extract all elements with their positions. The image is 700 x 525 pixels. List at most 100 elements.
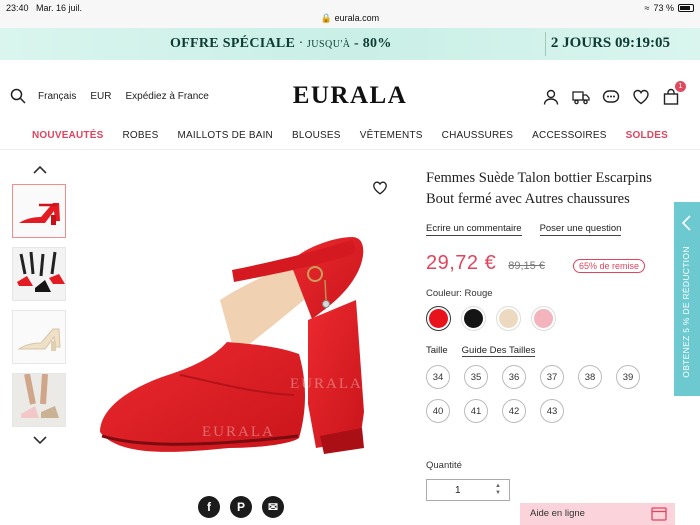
size-row: Taille Guide Des Tailles bbox=[426, 345, 676, 357]
main-product-image[interactable]: EURALA EURALA bbox=[90, 170, 400, 480]
size-label: Taille bbox=[426, 345, 448, 356]
chat-window-icon bbox=[651, 507, 667, 521]
swatch-fill bbox=[464, 309, 483, 328]
swatch-fill bbox=[429, 309, 448, 328]
nav-item-robes[interactable]: ROBES bbox=[122, 130, 158, 141]
address-bar[interactable]: 🔒 eurala.com bbox=[0, 13, 700, 24]
chat-label: Aide en ligne bbox=[530, 508, 585, 519]
size-option-41[interactable]: 41 bbox=[464, 399, 488, 423]
chat-bubble-icon[interactable] bbox=[602, 88, 620, 106]
quantity-label: Quantité bbox=[426, 460, 462, 471]
url-text: eurala.com bbox=[334, 13, 380, 23]
current-price: 29,72 € bbox=[426, 252, 497, 274]
promo-separator: · bbox=[295, 36, 307, 51]
promo-offer: OFFRE SPÉCIALE · JUSQU'À - 80% bbox=[170, 36, 392, 52]
wifi-icon: ≈ bbox=[644, 3, 650, 13]
model-pink-shoe-thumbnail-image bbox=[13, 374, 65, 426]
share-buttons: f P ✉ bbox=[198, 496, 284, 518]
promo-title: OFFRE SPÉCIALE bbox=[170, 36, 296, 51]
color-swatch-red[interactable] bbox=[426, 306, 451, 331]
chevron-up-icon[interactable] bbox=[32, 165, 48, 175]
chevron-left-icon bbox=[681, 215, 691, 231]
nav-item-nouveautes[interactable]: NOUVEAUTÉS bbox=[32, 130, 103, 141]
color-swatch-black[interactable] bbox=[461, 306, 486, 331]
wishlist-heart-icon[interactable] bbox=[632, 88, 650, 106]
size-option-39[interactable]: 39 bbox=[616, 365, 640, 389]
size-option-42[interactable]: 42 bbox=[502, 399, 526, 423]
nav-item-accessoires[interactable]: ACCESSOIRES bbox=[532, 130, 606, 141]
promo-banner[interactable]: OFFRE SPÉCIALE · JUSQU'À - 80% 2 JOURS 0… bbox=[0, 28, 700, 60]
main-nav: NOUVEAUTÉS ROBES MAILLOTS DE BAIN BLOUSE… bbox=[0, 122, 700, 150]
chevron-down-icon[interactable] bbox=[32, 435, 48, 445]
nav-item-chaussures[interactable]: CHAUSSURES bbox=[442, 130, 513, 141]
watermark-text-2: EURALA bbox=[290, 376, 363, 392]
live-chat-button[interactable]: Aide en ligne bbox=[520, 503, 675, 525]
beige-shoe-thumbnail-image bbox=[17, 328, 61, 351]
countdown-days: 2 JOURS bbox=[550, 35, 612, 51]
size-option-36[interactable]: 36 bbox=[502, 365, 526, 389]
battery-icon bbox=[678, 4, 694, 12]
size-options: 34 35 36 37 38 39 40 41 42 43 bbox=[426, 365, 676, 423]
size-option-35[interactable]: 35 bbox=[464, 365, 488, 389]
size-option-38[interactable]: 38 bbox=[578, 365, 602, 389]
thumbnail-2[interactable] bbox=[12, 247, 66, 301]
pinterest-icon[interactable]: P bbox=[230, 496, 252, 518]
email-icon[interactable]: ✉ bbox=[262, 496, 284, 518]
red-shoe-thumbnail-image bbox=[19, 203, 60, 225]
facebook-icon[interactable]: f bbox=[198, 496, 220, 518]
size-option-34[interactable]: 34 bbox=[426, 365, 450, 389]
status-right: ≈ 73 % bbox=[645, 3, 694, 13]
thumbnail-4[interactable] bbox=[12, 373, 66, 427]
size-option-40[interactable]: 40 bbox=[426, 399, 450, 423]
promo-divider bbox=[545, 32, 546, 56]
product-info: Femmes Suède Talon bottier Escarpins Bou… bbox=[426, 168, 676, 423]
model-shoes-thumbnail-image bbox=[13, 248, 65, 300]
product-links: Ecrire un commentaire Poser une question bbox=[426, 223, 676, 236]
color-swatch-beige[interactable] bbox=[496, 306, 521, 331]
promo-percent: - 80% bbox=[354, 36, 392, 51]
nav-item-vetements[interactable]: VÊTEMENTS bbox=[360, 130, 423, 141]
shipping-truck-icon[interactable] bbox=[572, 88, 590, 106]
discount-badge: 65% de remise bbox=[572, 259, 645, 273]
quantity-stepper[interactable]: 1 ▲ ▼ bbox=[426, 479, 510, 501]
side-tab-label: OBTENEZ 5 % DE RÉDUCTION bbox=[681, 246, 691, 378]
size-option-37[interactable]: 37 bbox=[540, 365, 564, 389]
swatch-fill bbox=[499, 309, 518, 328]
product-title: Femmes Suède Talon bottier Escarpins Bou… bbox=[426, 170, 652, 207]
swatch-fill bbox=[534, 309, 553, 328]
thumbnail-1[interactable] bbox=[12, 184, 66, 238]
color-swatches bbox=[426, 306, 676, 331]
color-swatch-pink[interactable] bbox=[531, 306, 556, 331]
promo-countdown: 2 JOURS 09:19:05 bbox=[551, 35, 670, 52]
ask-question-link[interactable]: Poser une question bbox=[539, 223, 622, 236]
status-date: Mar. 16 juil. bbox=[36, 3, 83, 13]
original-price: 89,15 € bbox=[508, 260, 545, 272]
thumbnail-3[interactable] bbox=[12, 310, 66, 364]
lock-icon: 🔒 bbox=[320, 13, 333, 23]
account-icon[interactable] bbox=[542, 88, 560, 106]
discount-side-tab[interactable]: OBTENEZ 5 % DE RÉDUCTION bbox=[674, 202, 700, 396]
quantity-value: 1 bbox=[455, 485, 461, 496]
site-header: Français EUR Expédiez à France EURALA 1 bbox=[0, 60, 700, 122]
add-to-wishlist-icon[interactable] bbox=[372, 180, 388, 196]
size-option-43[interactable]: 43 bbox=[540, 399, 564, 423]
status-bar: 23:40 Mar. 16 juil. 🔒 eurala.com ≈ 73 % bbox=[0, 0, 700, 28]
write-review-link[interactable]: Ecrire un commentaire bbox=[426, 223, 522, 236]
thumbnail-gallery bbox=[12, 165, 68, 445]
nav-item-blouses[interactable]: BLOUSES bbox=[292, 130, 341, 141]
page: 23:40 Mar. 16 juil. 🔒 eurala.com ≈ 73 % … bbox=[0, 0, 700, 525]
battery-percent: 73 % bbox=[653, 3, 674, 13]
header-icons: 1 bbox=[542, 81, 686, 106]
price-row: 29,72 € 89,15 € 65% de remise bbox=[426, 252, 676, 275]
stepper-arrows-icon[interactable]: ▲ ▼ bbox=[495, 483, 501, 497]
countdown-clock: 09:19:05 bbox=[615, 35, 670, 51]
nav-item-maillots[interactable]: MAILLOTS DE BAIN bbox=[178, 130, 273, 141]
status-time: 23:40 bbox=[6, 3, 29, 13]
size-guide-link[interactable]: Guide Des Tailles bbox=[461, 345, 536, 357]
cart-button[interactable]: 1 bbox=[662, 81, 686, 106]
color-label: Couleur: Rouge bbox=[426, 288, 493, 299]
cart-count-badge: 1 bbox=[675, 81, 686, 92]
promo-upto: JUSQU'À bbox=[306, 39, 351, 50]
nav-item-soldes[interactable]: SOLDES bbox=[626, 130, 668, 141]
watermark-text: EURALA bbox=[202, 424, 275, 440]
